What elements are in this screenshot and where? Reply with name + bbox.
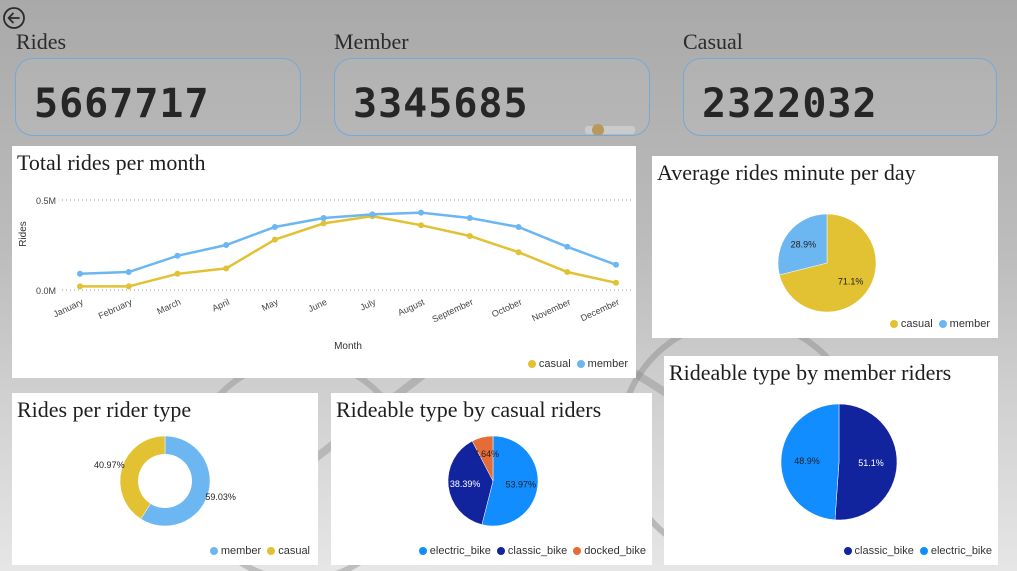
rider-type-donut-chart[interactable]: 59.03% 40.97% <box>12 393 318 565</box>
x-axis-label: Month <box>334 341 362 352</box>
avg-minutes-pie-chart[interactable]: 71.1% 28.9% <box>652 156 998 338</box>
casual-rideable-legend: electric_bike classic_bike docked_bike <box>418 545 646 557</box>
kpi-casual-card[interactable]: 2322032 <box>683 58 997 136</box>
kpi-casual-value: 2322032 <box>702 81 878 127</box>
legend-dot-casual <box>267 547 276 555</box>
data-point-member[interactable] <box>564 243 571 250</box>
x-tick-label: March <box>155 297 182 317</box>
legend-item-docked-bike[interactable]: docked_bike <box>573 545 646 557</box>
data-point-member[interactable] <box>77 270 83 277</box>
data-point-casual[interactable] <box>320 220 327 227</box>
x-tick-label: January <box>52 297 86 320</box>
kpi-rides-value: 5667717 <box>34 81 210 127</box>
data-point-casual[interactable] <box>271 236 278 243</box>
member-rideable-panel[interactable]: Rideable type by member riders 51.1% 48.9… <box>664 356 998 565</box>
donut-hole <box>138 454 192 508</box>
data-point-casual[interactable] <box>223 265 230 272</box>
legend-item-electric-bike[interactable]: electric_bike <box>418 545 491 557</box>
slice-label: 40.97% <box>94 460 125 470</box>
kpi-casual-title: Casual <box>683 29 743 54</box>
kpi-member-title: Member <box>334 29 409 54</box>
data-point-casual[interactable] <box>77 283 83 290</box>
data-point-member[interactable] <box>125 269 132 275</box>
data-point-casual[interactable] <box>125 283 132 290</box>
y-axis-label: Rides <box>18 221 29 247</box>
data-point-casual[interactable] <box>174 270 181 277</box>
slice-label: 59.03% <box>205 492 236 502</box>
legend-dot-member <box>938 320 947 328</box>
legend-dot-casual <box>527 360 536 368</box>
x-tick-label: February <box>97 297 134 321</box>
data-point-member[interactable] <box>320 215 327 221</box>
slice-label: 51.1% <box>858 458 884 468</box>
avg-minutes-legend: casual member <box>889 318 990 330</box>
kpi-member-card[interactable]: 3345685 <box>334 58 650 136</box>
slice-label: 7.64% <box>474 449 500 459</box>
slice-label: 38.39% <box>450 479 481 489</box>
rider-type-legend: member casual <box>209 545 310 557</box>
data-point-casual[interactable] <box>613 279 619 286</box>
x-tick-label: June <box>307 297 329 314</box>
rider-type-panel[interactable]: Rides per rider type 59.03% 40.97% member… <box>12 393 318 565</box>
legend-dot-electric-bike <box>418 547 427 555</box>
legend-item-member[interactable]: member <box>576 358 628 370</box>
kpi-member-value: 3345685 <box>353 81 529 127</box>
back-arrow-icon[interactable] <box>2 6 26 30</box>
legend-item-electric-bike[interactable]: electric_bike <box>919 545 992 557</box>
legend-dot-electric-bike <box>919 547 928 555</box>
x-tick-label: May <box>260 297 280 313</box>
member-rideable-pie-chart[interactable]: 51.1% 48.9% <box>664 356 998 565</box>
data-point-casual[interactable] <box>515 249 522 256</box>
data-point-member[interactable] <box>271 224 278 230</box>
y-tick-label: 0.5M <box>36 196 56 206</box>
data-point-member[interactable] <box>418 209 425 216</box>
legend-item-classic-bike[interactable]: classic_bike <box>843 545 914 557</box>
data-point-casual[interactable] <box>418 222 425 229</box>
legend-dot-classic-bike <box>843 547 852 555</box>
data-point-casual[interactable] <box>564 269 571 275</box>
legend-dot-casual <box>889 320 898 328</box>
data-point-member[interactable] <box>223 242 230 248</box>
kpi-rides-card[interactable]: 5667717 <box>15 58 301 136</box>
x-tick-label: August <box>396 297 426 318</box>
legend-item-casual[interactable]: casual <box>889 318 933 330</box>
monthly-rides-line-chart[interactable]: 0.0M 0.5M Rides January February March April Ma… <box>12 146 636 378</box>
legend-dot-docked-bike <box>573 547 582 555</box>
legend-dot-classic-bike <box>496 547 505 555</box>
y-tick-label: 0.0M <box>36 286 56 296</box>
series-line-casual[interactable] <box>80 214 617 288</box>
legend-item-casual[interactable]: casual <box>267 545 310 557</box>
legend-item-classic-bike[interactable]: classic_bike <box>496 545 567 557</box>
casual-rideable-pie-chart[interactable]: 53.97% 38.39% 7.64% <box>331 393 652 565</box>
slice-label: 53.97% <box>506 479 537 489</box>
data-point-casual[interactable] <box>466 233 473 239</box>
member-rideable-legend: classic_bike electric_bike <box>843 545 992 557</box>
avg-minutes-panel[interactable]: Average rides minute per day 71.1% 28.9% … <box>652 156 998 338</box>
slice-label: 48.9% <box>794 456 820 466</box>
legend-dot-member <box>576 360 585 368</box>
legend-item-member[interactable]: member <box>209 545 261 557</box>
data-point-member[interactable] <box>369 211 376 218</box>
x-tick-label: September <box>431 297 475 325</box>
kpi-rides-title: Rides <box>16 29 67 54</box>
data-point-member[interactable] <box>515 224 522 230</box>
monthly-rides-panel[interactable]: Total rides per month 0.0M 0.5M Rides Janua… <box>12 146 636 378</box>
monthly-rides-legend: casual member <box>527 358 628 370</box>
legend-item-member[interactable]: member <box>938 318 990 330</box>
legend-dot-member <box>209 547 218 555</box>
legend-item-casual[interactable]: casual <box>527 358 571 370</box>
x-tick-label: November <box>530 297 572 324</box>
data-point-member[interactable] <box>174 252 181 259</box>
slice-label: 71.1% <box>838 276 864 286</box>
x-tick-label: December <box>579 297 621 324</box>
data-point-member[interactable] <box>613 261 619 268</box>
x-tick-label: April <box>210 297 231 314</box>
casual-rideable-panel[interactable]: Rideable type by casual riders 53.97% 38.… <box>331 393 652 565</box>
data-point-member[interactable] <box>466 215 473 221</box>
series-line-member[interactable] <box>79 211 617 276</box>
slice-label: 28.9% <box>791 240 817 250</box>
x-tick-label: July <box>358 297 377 313</box>
x-tick-label: October <box>490 297 523 320</box>
